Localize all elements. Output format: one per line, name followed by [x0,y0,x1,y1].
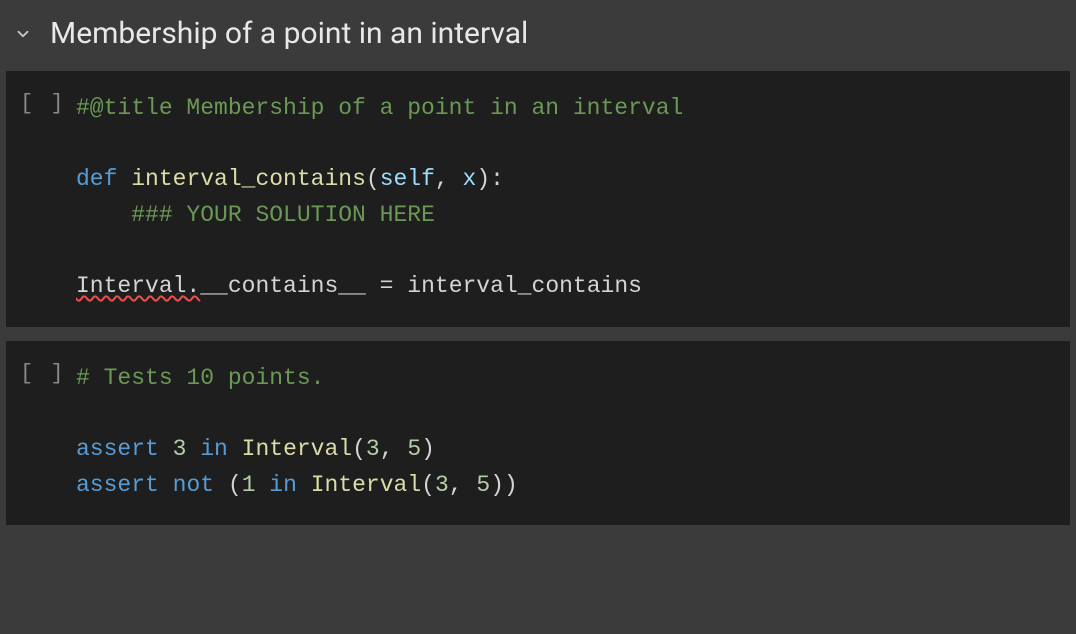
code-token: __contains__ [200,273,366,299]
code-token: 3 [366,436,380,462]
code-editor[interactable]: #@title Membership of a point in an inte… [76,71,1070,327]
code-cell[interactable]: [ ] #@title Membership of a point in an … [6,71,1070,327]
code-token: x [463,166,477,192]
code-token: ) [476,166,490,192]
code-token: , [380,436,408,462]
cell-execute-gutter[interactable]: [ ] [6,71,76,116]
cell-execute-gutter[interactable]: [ ] [6,341,76,386]
code-token-error: . [186,273,200,299]
code-token: def [76,166,117,192]
code-token [159,472,173,498]
chevron-down-icon[interactable] [14,25,32,43]
code-token [214,472,228,498]
code-cell[interactable]: [ ] # Tests 10 points. assert 3 in Inter… [6,341,1070,526]
code-token: ( [421,472,435,498]
code-token: ( [352,436,366,462]
code-token: interval_contains [131,166,366,192]
code-token: , [449,472,477,498]
code-token: ( [366,166,380,192]
code-token-error: Interval [76,273,186,299]
code-token: 5 [407,436,421,462]
code-token [159,436,173,462]
code-token: = [366,273,407,299]
section-header[interactable]: Membership of a point in an interval [0,0,1076,65]
code-token: self [380,166,435,192]
code-token: Interval [311,472,421,498]
code-token: 1 [242,472,256,498]
code-token: # Tests 10 points. [76,365,324,391]
code-token: ) [421,436,435,462]
code-token: assert [76,436,159,462]
code-editor[interactable]: # Tests 10 points. assert 3 in Interval(… [76,341,1070,526]
code-token: in [186,436,241,462]
code-token: #@title Membership of a point in an inte… [76,95,683,121]
code-token: 3 [435,472,449,498]
code-token: ### YOUR SOLUTION HERE [131,202,435,228]
code-token: interval_contains [407,273,642,299]
code-token [76,202,131,228]
section-title: Membership of a point in an interval [50,16,528,51]
code-token: : [490,166,504,192]
code-token: ) [490,472,504,498]
code-token: not [173,472,214,498]
code-token: Interval [242,436,352,462]
code-token: in [256,472,311,498]
code-token: ) [504,472,518,498]
code-token: assert [76,472,159,498]
code-token: ( [228,472,242,498]
code-token: 3 [173,436,187,462]
code-token: 5 [476,472,490,498]
code-token: , [435,166,463,192]
